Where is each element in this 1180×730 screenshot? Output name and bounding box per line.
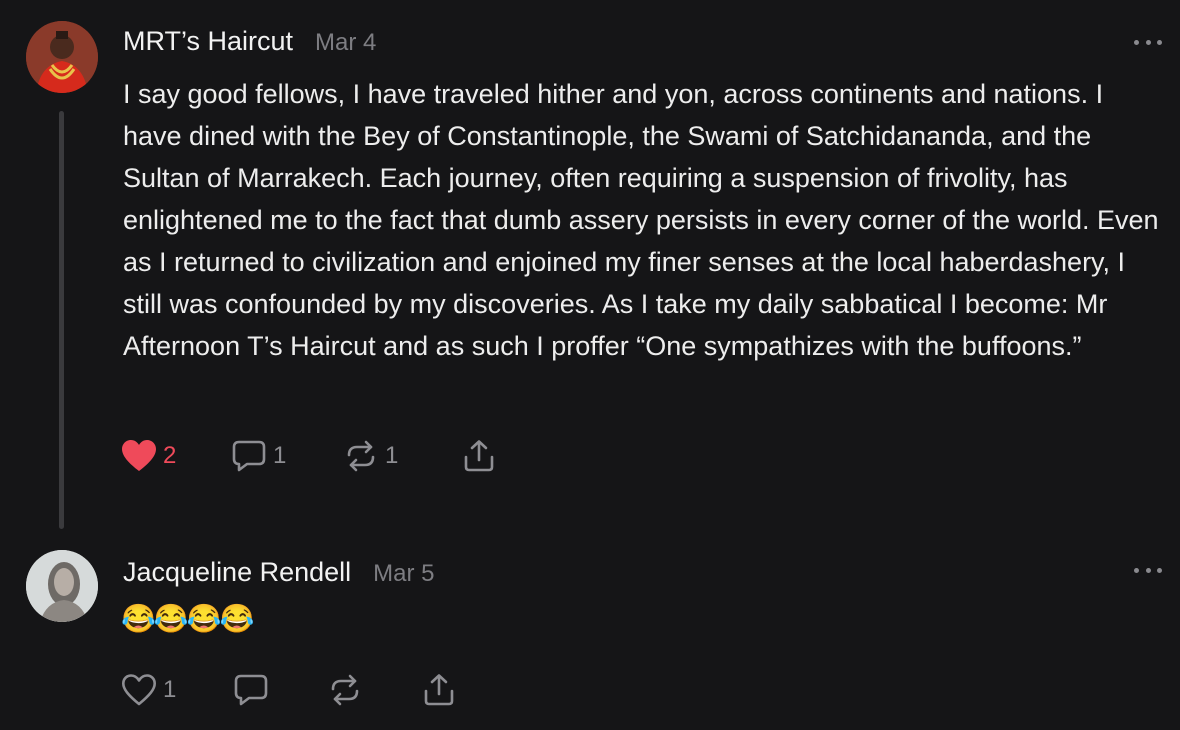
share-button[interactable] — [461, 436, 497, 476]
reply-count: 1 — [273, 442, 287, 469]
comment-date[interactable]: Mar 4 — [315, 29, 376, 57]
restack-button[interactable]: 1 — [343, 436, 461, 476]
comment-item: Jacqueline Rendell Mar 5 😂😂😂😂 1 — [0, 540, 1180, 730]
reply-button[interactable]: 1 — [231, 436, 343, 476]
thread-line — [59, 111, 64, 529]
heart-filled-icon — [122, 440, 156, 471]
restack-count: 1 — [385, 442, 399, 469]
restack-arrows-icon — [331, 674, 359, 706]
author-name[interactable]: MRT’s Haircut — [123, 26, 293, 57]
action-bar: 1 — [121, 670, 457, 710]
restack-button[interactable] — [327, 670, 421, 710]
comment-header: MRT’s Haircut Mar 4 — [123, 26, 376, 57]
like-button[interactable]: 2 — [121, 436, 231, 476]
avatar[interactable] — [26, 21, 98, 93]
comment-date[interactable]: Mar 5 — [373, 560, 434, 588]
reply-button[interactable] — [233, 670, 327, 710]
action-bar: 2 1 1 — [121, 436, 497, 476]
ellipsis-icon[interactable] — [1134, 37, 1162, 47]
like-count: 2 — [163, 442, 177, 469]
comment-text: 😂😂😂😂 — [121, 603, 254, 634]
share-upload-icon — [424, 674, 454, 706]
share-button[interactable] — [421, 670, 457, 710]
heart-outline-icon — [122, 674, 156, 706]
like-count: 1 — [163, 676, 177, 703]
comment-text: I say good fellows, I have traveled hith… — [123, 79, 1159, 361]
avatar[interactable] — [26, 550, 98, 622]
ellipsis-icon[interactable] — [1134, 565, 1162, 575]
restack-arrows-icon — [347, 440, 375, 472]
comment-item: MRT’s Haircut Mar 4 I say good fellows, … — [0, 0, 1180, 540]
speech-bubble-icon — [234, 674, 268, 706]
speech-bubble-icon — [232, 440, 266, 472]
like-button[interactable]: 1 — [121, 670, 233, 710]
comment-header: Jacqueline Rendell Mar 5 — [123, 557, 435, 588]
author-name[interactable]: Jacqueline Rendell — [123, 557, 351, 588]
share-upload-icon — [464, 440, 494, 472]
